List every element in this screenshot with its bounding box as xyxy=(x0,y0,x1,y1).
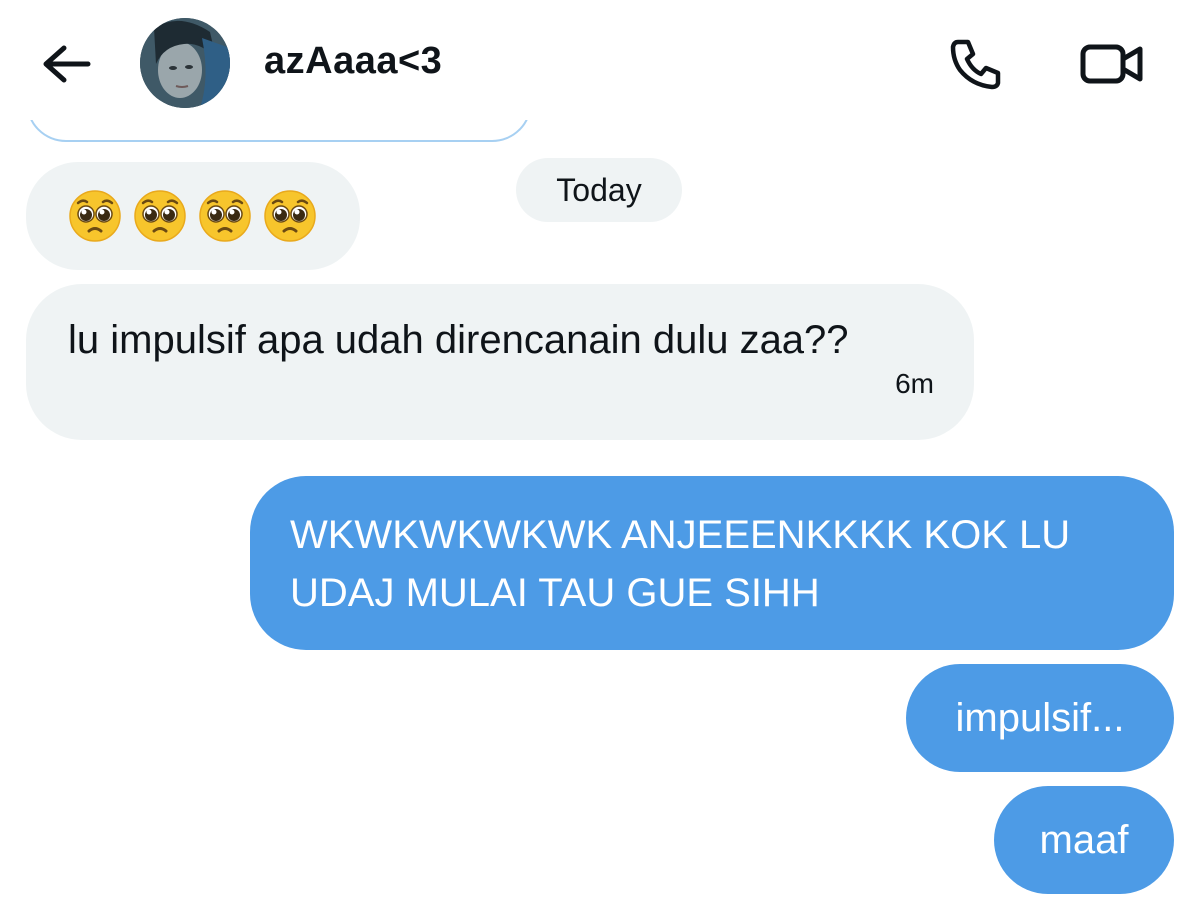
contact-name[interactable]: azAaaa<3 xyxy=(264,40,442,83)
message-text-line: UDAJ MULAI TAU GUE SIHH xyxy=(290,571,820,615)
received-emoji-message[interactable] xyxy=(26,162,360,270)
video-camera-icon xyxy=(1080,44,1143,84)
pleading-face-emoji xyxy=(69,190,121,242)
sent-text-message[interactable]: maaf xyxy=(994,786,1174,894)
message-text: maaf xyxy=(1039,817,1129,862)
date-separator: Today xyxy=(516,158,682,222)
pleading-face-emoji xyxy=(199,190,251,242)
message-text: lu impulsif apa udah direncanain dulu za… xyxy=(68,318,849,362)
pleading-face-emoji xyxy=(264,190,316,242)
video-call-button[interactable] xyxy=(1074,32,1150,96)
phone-icon xyxy=(950,39,1001,90)
sent-text-message[interactable]: WKWKWKWKWK ANJEEENKKKK KOK LU UDAJ MULAI… xyxy=(250,476,1174,650)
avatar[interactable] xyxy=(140,18,230,108)
arrow-left-icon xyxy=(43,45,91,83)
back-button[interactable] xyxy=(36,36,96,92)
message-text-line: WKWKWKWKWK ANJEEENKKKK KOK LU xyxy=(290,513,1071,557)
message-timestamp: 6m xyxy=(895,368,934,399)
sent-text-message[interactable]: impulsif... xyxy=(906,664,1174,772)
conversation-header: azAaaa<3 xyxy=(0,0,1200,120)
avatar-image xyxy=(140,18,230,108)
received-text-message[interactable]: lu impulsif apa udah direncanain dulu za… xyxy=(26,284,974,440)
voice-call-button[interactable] xyxy=(944,32,1008,96)
dm-conversation-screen: azAaaa<3 Today lu impulsif apa udah dire… xyxy=(0,0,1200,898)
message-text: impulsif... xyxy=(955,695,1125,740)
pleading-face-emoji xyxy=(134,190,186,242)
